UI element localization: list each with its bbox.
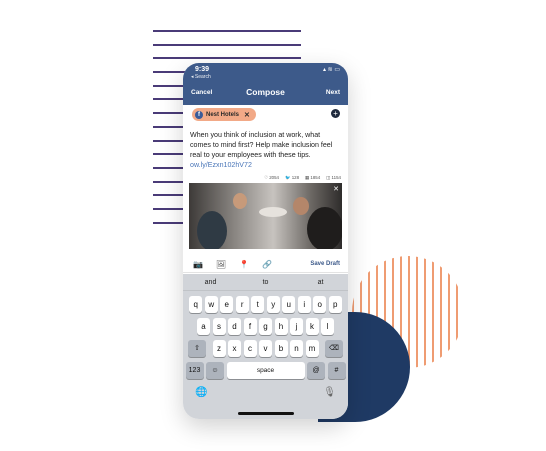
key-row-4: 123 ☺ space @ #: [183, 362, 348, 379]
key-u[interactable]: u: [282, 296, 296, 313]
network-counts: ♡ 2054 🐦 128 ▦ 1854 ◫ 1154: [264, 175, 341, 181]
key-s[interactable]: s: [212, 318, 226, 335]
link-icon[interactable]: 🔗: [260, 260, 274, 269]
key-row-2: asdfghjkl: [183, 318, 348, 335]
key-d[interactable]: d: [228, 318, 241, 335]
add-account-button[interactable]: +: [331, 109, 340, 118]
globe-icon[interactable]: 🌐: [195, 387, 207, 398]
space-key[interactable]: space: [226, 362, 305, 379]
photo-glasses: [259, 207, 287, 217]
at-key[interactable]: @: [307, 362, 325, 379]
home-indicator: [237, 412, 294, 415]
key-v[interactable]: v: [259, 340, 272, 357]
keyboard-bottom-bar: 🌐 🎙: [183, 387, 348, 398]
facebook-icon: f: [195, 110, 203, 119]
status-back-link[interactable]: ◂ Search: [191, 74, 211, 80]
phone-frame: 9:39 ◂ Search ▴ ≋ ▭ Cancel Compose Next …: [183, 63, 348, 419]
key-row-3: ⇧ zxcvbnm ⌫: [183, 340, 348, 357]
remove-photo-icon[interactable]: ✕: [333, 185, 339, 193]
post-body: When you think of inclusion at work, wha…: [190, 131, 333, 159]
key-t[interactable]: t: [251, 296, 265, 313]
page-title: Compose: [246, 87, 285, 97]
key-q[interactable]: q: [189, 296, 203, 313]
location-icon[interactable]: 📍: [237, 260, 251, 269]
key-x[interactable]: x: [228, 340, 241, 357]
attached-photo[interactable]: ✕: [189, 183, 342, 249]
hash-key[interactable]: #: [327, 362, 346, 379]
suggestion-bar: and to at: [183, 274, 348, 291]
photo-person: [197, 211, 227, 249]
photo-person: [307, 207, 342, 249]
photo-person: [293, 197, 309, 215]
key-i[interactable]: i: [297, 296, 311, 313]
key-l[interactable]: l: [321, 318, 334, 335]
shift-key[interactable]: ⇧: [188, 340, 206, 357]
key-r[interactable]: r: [235, 296, 249, 313]
emoji-key[interactable]: ☺: [206, 362, 224, 379]
instagram-count: ◫ 1154: [326, 175, 341, 180]
twitter-count: 🐦 128: [285, 175, 300, 180]
post-link[interactable]: ow.ly/Ezxn102hV72: [190, 161, 252, 169]
key-row-1: qwertyuiop: [183, 296, 348, 313]
suggestion[interactable]: and: [183, 279, 238, 286]
key-f[interactable]: f: [243, 318, 257, 335]
compose-toolbar: 📷 🖼 📍 🔗 Save Draft: [183, 256, 348, 273]
image-icon[interactable]: 🖼: [214, 260, 228, 269]
post-text-field[interactable]: When you think of inclusion at work, wha…: [190, 130, 340, 170]
facebook-count: ♡ 2054: [264, 175, 279, 180]
keyboard: and to at qwertyuiop asdfghjkl ⇧ zxcvbnm…: [183, 274, 348, 419]
account-chip[interactable]: f Nest Hotels ✕: [192, 108, 256, 121]
key-a[interactable]: a: [197, 318, 210, 335]
suggestion[interactable]: at: [293, 279, 348, 286]
linkedin-count: ▦ 1854: [305, 175, 321, 180]
status-icons: ▴ ≋ ▭: [322, 67, 340, 73]
key-m[interactable]: m: [305, 340, 319, 357]
key-b[interactable]: b: [274, 340, 288, 357]
key-w[interactable]: w: [204, 296, 218, 313]
key-y[interactable]: y: [266, 296, 280, 313]
status-time: 9:39: [195, 66, 210, 73]
delete-key[interactable]: ⌫: [325, 340, 343, 357]
photo-person: [233, 193, 247, 209]
remove-account-icon[interactable]: ✕: [244, 111, 250, 119]
key-j[interactable]: j: [290, 318, 303, 335]
numbers-key[interactable]: 123: [185, 362, 204, 379]
next-button[interactable]: Next: [326, 89, 340, 96]
save-draft-button[interactable]: Save Draft: [310, 261, 340, 267]
key-e[interactable]: e: [220, 296, 234, 313]
key-o[interactable]: o: [313, 296, 327, 313]
suggestion[interactable]: to: [238, 279, 293, 286]
account-chip-label: Nest Hotels: [206, 111, 240, 118]
key-g[interactable]: g: [259, 318, 272, 335]
key-n[interactable]: n: [290, 340, 303, 357]
key-c[interactable]: c: [243, 340, 257, 357]
camera-icon[interactable]: 📷: [191, 260, 205, 269]
key-k[interactable]: k: [305, 318, 319, 335]
key-z[interactable]: z: [212, 340, 226, 357]
key-h[interactable]: h: [274, 318, 288, 335]
compose-header: 9:39 ◂ Search ▴ ≋ ▭ Cancel Compose Next: [183, 63, 348, 105]
key-p[interactable]: p: [328, 296, 342, 313]
microphone-icon[interactable]: 🎙: [323, 387, 336, 398]
